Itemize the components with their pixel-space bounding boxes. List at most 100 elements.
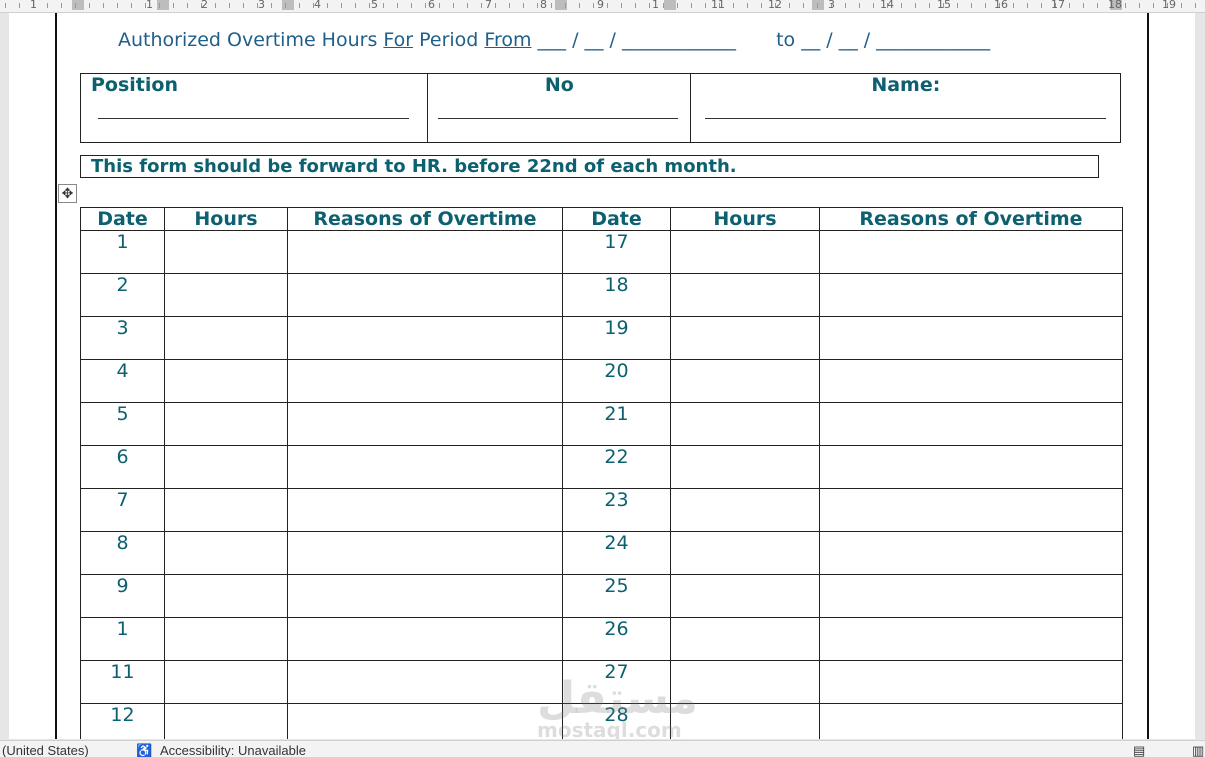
hours-cell[interactable] xyxy=(670,574,820,618)
ruler-indent-marker[interactable] xyxy=(72,0,84,10)
read-mode-icon[interactable]: ▤ xyxy=(1133,743,1145,757)
reason-cell[interactable] xyxy=(819,359,1123,403)
hours-cell[interactable] xyxy=(164,617,288,661)
ruler-tick xyxy=(971,3,972,8)
date-cell[interactable]: 1 xyxy=(80,230,165,274)
reason-cell[interactable] xyxy=(287,445,563,489)
language-status[interactable]: (United States) xyxy=(2,743,89,757)
hours-cell[interactable] xyxy=(670,273,820,317)
hours-cell[interactable] xyxy=(164,531,288,575)
print-layout-icon[interactable]: ▥ xyxy=(1192,743,1204,757)
accessibility-status[interactable]: Accessibility: Unavailable xyxy=(160,743,306,757)
overtime-table: Date Hours Reasons of Overtime Date Hours Rea… xyxy=(80,207,1123,739)
reason-cell[interactable] xyxy=(287,703,563,739)
reason-cell[interactable] xyxy=(287,617,563,661)
hours-cell[interactable] xyxy=(670,445,820,489)
reason-cell[interactable] xyxy=(819,574,1123,618)
date-cell[interactable]: 18 xyxy=(562,273,671,317)
reason-cell[interactable] xyxy=(819,531,1123,575)
ruler-tick xyxy=(75,3,76,8)
reason-cell[interactable] xyxy=(287,574,563,618)
date-cell[interactable]: 21 xyxy=(562,402,671,446)
hours-cell[interactable] xyxy=(164,402,288,446)
ruler-label: 17 xyxy=(1051,0,1065,11)
date-cell[interactable]: 4 xyxy=(80,359,165,403)
reason-cell[interactable] xyxy=(287,488,563,532)
ruler-indent-marker[interactable] xyxy=(664,0,676,10)
hours-cell[interactable] xyxy=(670,488,820,532)
reason-cell[interactable] xyxy=(287,230,563,274)
reason-cell[interactable] xyxy=(819,660,1123,704)
hours-cell[interactable] xyxy=(164,445,288,489)
reason-cell[interactable] xyxy=(819,273,1123,317)
hours-cell[interactable] xyxy=(164,488,288,532)
date-cell[interactable]: 8 xyxy=(80,531,165,575)
reason-cell[interactable] xyxy=(819,316,1123,360)
hours-cell[interactable] xyxy=(670,531,820,575)
date-cell[interactable]: 11 xyxy=(80,660,165,704)
date-cell[interactable]: 5 xyxy=(80,402,165,446)
name-cell[interactable]: Name: xyxy=(691,74,1120,142)
ruler-tick xyxy=(551,3,552,8)
hours-cell[interactable] xyxy=(164,273,288,317)
date-cell[interactable]: 20 xyxy=(562,359,671,403)
date-cell[interactable]: 9 xyxy=(80,574,165,618)
reason-cell[interactable] xyxy=(287,531,563,575)
date-cell[interactable]: 22 xyxy=(562,445,671,489)
position-cell[interactable]: Position xyxy=(81,74,429,142)
reason-cell[interactable] xyxy=(819,402,1123,446)
hours-cell[interactable] xyxy=(670,230,820,274)
reason-cell[interactable] xyxy=(287,359,563,403)
date-cell[interactable]: 23 xyxy=(562,488,671,532)
hours-cell[interactable] xyxy=(164,230,288,274)
ruler-indent-marker[interactable] xyxy=(282,0,294,10)
vertical-scrollbar[interactable] xyxy=(1195,13,1205,739)
hours-cell[interactable] xyxy=(670,617,820,661)
title-period: Period xyxy=(413,29,485,51)
hours-cell[interactable] xyxy=(670,402,820,446)
title-from: From xyxy=(484,29,532,51)
hours-cell[interactable] xyxy=(670,316,820,360)
date-cell[interactable]: 6 xyxy=(80,445,165,489)
date-cell[interactable]: 1 xyxy=(80,617,165,661)
hours-cell[interactable] xyxy=(164,703,288,739)
hours-cell[interactable] xyxy=(164,574,288,618)
ruler-tick xyxy=(915,3,916,8)
date-cell[interactable]: 25 xyxy=(562,574,671,618)
hours-cell[interactable] xyxy=(670,359,820,403)
hours-cell[interactable] xyxy=(164,316,288,360)
document-page[interactable]: Authorized Overtime Hours For Period Fro… xyxy=(9,13,1195,739)
date-cell[interactable]: 2 xyxy=(80,273,165,317)
reason-cell[interactable] xyxy=(287,273,563,317)
date-cell[interactable]: 26 xyxy=(562,617,671,661)
ruler-tick xyxy=(467,3,468,8)
reason-cell[interactable] xyxy=(819,617,1123,661)
date-cell[interactable]: 19 xyxy=(562,316,671,360)
ruler-label: 19 xyxy=(1162,0,1176,11)
date-cell[interactable]: 12 xyxy=(80,703,165,739)
table-row: 7 23 xyxy=(80,488,1123,532)
date-cell[interactable]: 7 xyxy=(80,488,165,532)
ruler-tick xyxy=(453,3,454,8)
reason-cell[interactable] xyxy=(819,488,1123,532)
reason-cell[interactable] xyxy=(287,316,563,360)
table-move-handle-icon[interactable]: ✥ xyxy=(58,184,77,203)
reason-cell[interactable] xyxy=(819,445,1123,489)
date-cell[interactable]: 3 xyxy=(80,316,165,360)
date-cell[interactable]: 24 xyxy=(562,531,671,575)
reason-cell[interactable] xyxy=(287,402,563,446)
no-cell[interactable]: No xyxy=(428,74,691,142)
reason-cell[interactable] xyxy=(819,703,1123,739)
reason-cell[interactable] xyxy=(819,230,1123,274)
ruler-indent-marker[interactable] xyxy=(812,0,824,10)
watermark-url: mostaql.com xyxy=(537,718,682,739)
ruler-tick xyxy=(705,3,706,8)
ruler-tick xyxy=(649,3,650,8)
hours-cell[interactable] xyxy=(164,359,288,403)
reason-cell[interactable] xyxy=(287,660,563,704)
date-cell[interactable]: 17 xyxy=(562,230,671,274)
horizontal-ruler[interactable]: 1 1 2 3 4 5 6 7 8 9 1 11 12 3 14 15 16 17 18 19 xyxy=(0,0,1205,13)
hours-cell[interactable] xyxy=(164,660,288,704)
table-row: 4 20 xyxy=(80,359,1123,403)
ruler-tick xyxy=(1153,3,1154,8)
